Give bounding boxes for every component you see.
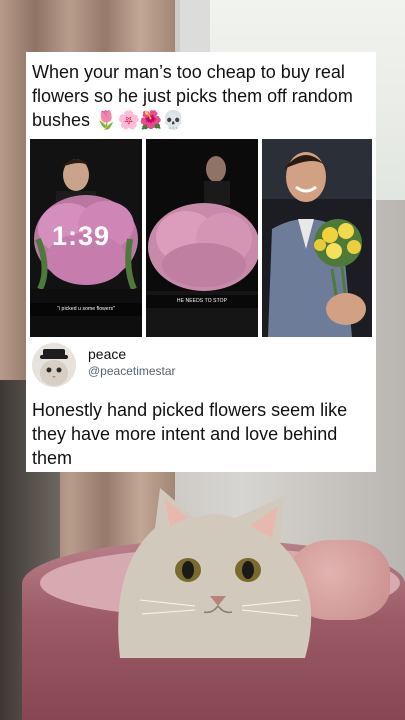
tweet-handle[interactable]: @peacetimestar	[88, 364, 176, 378]
cat-in-basket	[118, 488, 312, 658]
cat-avatar-icon[interactable]	[32, 343, 76, 387]
tweet-header: peace @peacetimestar	[32, 343, 372, 393]
avatar-image	[32, 343, 76, 387]
photo-guy-with-pink-bush[interactable]: 1:39 "i picked u some flowers"	[30, 139, 142, 337]
post-caption: When your man’s too cheap to buy real fl…	[32, 62, 353, 130]
tweet-display-name[interactable]: peace	[88, 346, 126, 362]
snap-caption-1: "i picked u some flowers"	[30, 303, 142, 316]
photo-night-pink-bush[interactable]: HE NEEDS TO STOP	[146, 139, 258, 337]
tweet-text: Honestly hand picked flowers seem like t…	[32, 400, 348, 468]
snap-time-overlay: 1:39	[52, 221, 111, 251]
meme-card: When your man’s too cheap to buy real fl…	[26, 52, 376, 472]
snap-caption-2: HE NEEDS TO STOP	[146, 295, 258, 308]
photo-3-image	[262, 139, 372, 337]
photo-guy-with-yellow-flowers[interactable]	[262, 139, 372, 337]
photo-collage: 1:39 "i picked u some flowers" HE NEEDS …	[30, 139, 372, 337]
